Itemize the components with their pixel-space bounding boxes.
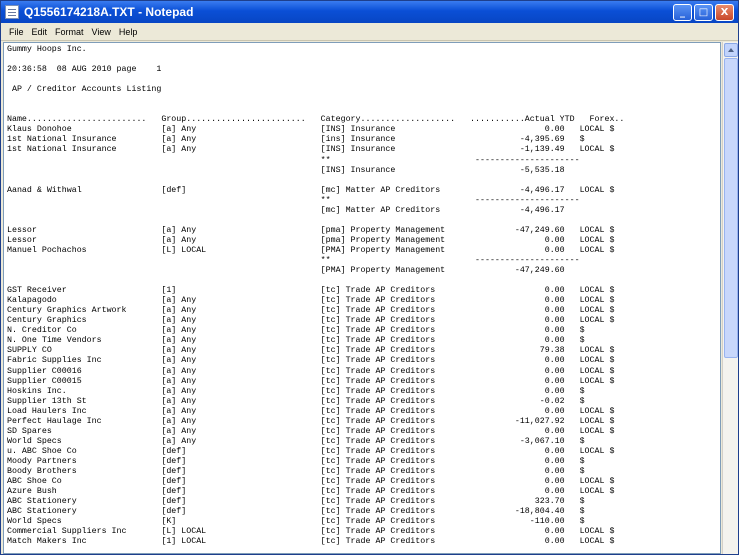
- document-line: ABC Stationery [def] [tc] Trade AP Credi…: [7, 497, 585, 507]
- title-bar[interactable]: Q1556174218A.TXT - Notepad _ □ X: [1, 1, 738, 23]
- menu-view[interactable]: View: [88, 27, 115, 37]
- document-line: ** ---------------------: [7, 155, 580, 165]
- document-line: Boody Brothers [def] [tc] Trade AP Credi…: [7, 466, 585, 476]
- document-line: ** ---------------------: [7, 255, 580, 265]
- window-controls: _ □ X: [673, 3, 734, 21]
- document-line: Match Makers Inc [1] LOCAL [tc] Trade AP…: [7, 537, 615, 547]
- document-line: Kalapagodo [a] Any [tc] Trade AP Credito…: [7, 296, 615, 306]
- maximize-button[interactable]: □: [694, 3, 713, 21]
- menu-edit[interactable]: Edit: [28, 27, 52, 37]
- document-line: Gummy Hoops Inc.: [7, 45, 87, 54]
- document-line: World Specs [a] Any [tc] Trade AP Credit…: [7, 436, 585, 446]
- document-line: N. One Time Vendors [a] Any [tc] Trade A…: [7, 336, 585, 346]
- document-line: Manuel Pochachos [L] LOCAL [PMA] Propert…: [7, 245, 615, 255]
- document-line: [PMA] Property Management -47,249.60: [7, 266, 565, 276]
- document-line: SD Spares [a] Any [tc] Trade AP Creditor…: [7, 426, 615, 436]
- scroll-up-arrow-icon[interactable]: [724, 43, 738, 57]
- document-line: Supplier 13th St [a] Any [tc] Trade AP C…: [7, 396, 585, 406]
- document-line: [INS] Insurance -5,535.18: [7, 165, 565, 175]
- text-editor-area[interactable]: Gummy Hoops Inc. 20:36:58 08 AUG 2010 pag…: [3, 42, 721, 554]
- document-line: 20:36:58 08 AUG 2010 page 1: [7, 65, 162, 75]
- document-line: GST Receiver [1] [tc] Trade AP Creditors…: [7, 286, 615, 296]
- document-line: Lessor [a] Any [pma] Property Management…: [7, 235, 615, 245]
- notepad-icon: [5, 5, 19, 19]
- document-line: Supplier C00016 [a] Any [tc] Trade AP Cr…: [7, 366, 615, 376]
- document-line: AP / Creditor Accounts Listing: [7, 85, 162, 95]
- document-line: Century Graphics [a] Any [tc] Trade AP C…: [7, 316, 615, 326]
- document-line: Fabric Supplies Inc [a] Any [tc] Trade A…: [7, 356, 615, 366]
- document-line: Commercial Suppliers Inc [L] LOCAL [tc] …: [7, 527, 615, 537]
- document-line: Hoskins Inc. [a] Any [tc] Trade AP Credi…: [7, 386, 585, 396]
- document-line: ABC Shoe Co [def] [tc] Trade AP Creditor…: [7, 477, 615, 487]
- document-line: Klaus Donohoe [a] Any [INS] Insurance 0.…: [7, 125, 615, 135]
- menu-help[interactable]: Help: [115, 27, 142, 37]
- document-text: Gummy Hoops Inc. 20:36:58 08 AUG 2010 pag…: [7, 45, 624, 547]
- document-line: u. ABC Shoe Co [def] [tc] Trade AP Credi…: [7, 446, 615, 456]
- document-line: Load Haulers Inc [a] Any [tc] Trade AP C…: [7, 406, 615, 416]
- document-line: Supplier C00015 [a] Any [tc] Trade AP Cr…: [7, 376, 615, 386]
- document-line: Century Graphics Artwork [a] Any [tc] Tr…: [7, 306, 615, 316]
- document-line: ** ---------------------: [7, 195, 580, 205]
- document-line: World Specs [K] [tc] Trade AP Creditors …: [7, 517, 585, 527]
- window-title: Q1556174218A.TXT - Notepad: [24, 5, 194, 19]
- document-line: 1st National Insurance [a] Any [INS] Ins…: [7, 145, 615, 155]
- document-line: Perfect Haulage Inc [a] Any [tc] Trade A…: [7, 416, 615, 426]
- document-line: ABC Stationery [def] [tc] Trade AP Credi…: [7, 507, 585, 517]
- vertical-scrollbar[interactable]: [722, 42, 738, 554]
- menu-bar: File Edit Format View Help: [1, 23, 738, 41]
- minimize-button[interactable]: _: [673, 3, 692, 21]
- document-line: 1st National Insurance [a] Any [ins] Ins…: [7, 135, 585, 145]
- menu-file[interactable]: File: [5, 27, 28, 37]
- close-button[interactable]: X: [715, 3, 734, 21]
- notepad-window: Q1556174218A.TXT - Notepad _ □ X File Ed…: [0, 0, 739, 555]
- scrollbar-thumb[interactable]: [724, 58, 738, 358]
- document-line: Moody Partners [def] [tc] Trade AP Credi…: [7, 456, 585, 466]
- document-line: Azure Bush [def] [tc] Trade AP Creditors…: [7, 487, 615, 497]
- document-line: Name........................ Group......…: [7, 115, 625, 125]
- document-line: N. Creditor Co [a] Any [tc] Trade AP Cre…: [7, 326, 585, 336]
- menu-format[interactable]: Format: [51, 27, 88, 37]
- document-line: Aanad & Withwal [def] [mc] Matter AP Cre…: [7, 185, 615, 195]
- document-line: [mc] Matter AP Creditors -4,496.17: [7, 205, 565, 215]
- document-line: SUPPLY CO [a] Any [tc] Trade AP Creditor…: [7, 346, 615, 356]
- document-line: Lessor [a] Any [pma] Property Management…: [7, 225, 615, 235]
